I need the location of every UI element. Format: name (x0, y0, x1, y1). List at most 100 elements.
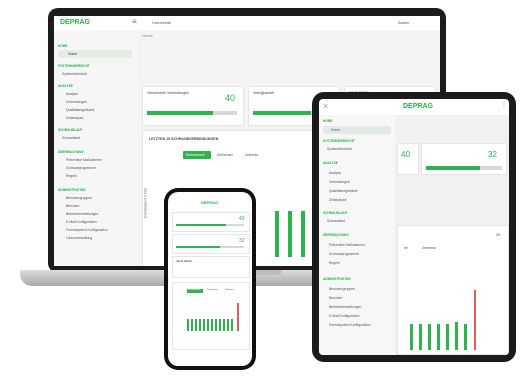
tab-label: Drehmoment (186, 153, 205, 157)
tablet-screen: × DEPRAG ⋮ HOME Home SYSTEMÜBERSICHT Sys… (319, 99, 509, 355)
chart-bar (428, 324, 431, 350)
sidebar-item[interactable]: Verbindungen (66, 100, 87, 104)
card-value: 30 (496, 232, 501, 237)
card-connections: Verwendete Verbindungen 40 (142, 86, 244, 126)
chart-bar-highlight (237, 303, 239, 331)
chart-plot (185, 301, 245, 331)
card-value: 32 (488, 150, 497, 159)
tab-torque[interactable]: Drehmoment (183, 151, 211, 159)
sidebar-item[interactable]: Lizenzverwaltung (66, 236, 92, 240)
chart-bar (207, 319, 209, 331)
chart-ylabel: Drehmoment in Nm (143, 188, 148, 218)
sidebar-item[interactable]: Regeln (329, 261, 340, 265)
chart-bar-highlight (474, 290, 476, 350)
sidebar-item[interactable]: Benutzer (66, 204, 80, 208)
chart-bar (455, 322, 458, 350)
sidebar-item-home[interactable]: Home (58, 50, 132, 58)
sidebar-item[interactable]: Schraubprogramme (329, 252, 359, 256)
sidebar-item[interactable]: Fremdsystem Konfiguration (66, 228, 107, 232)
sidebar-item[interactable]: Benutzergruppen (329, 287, 355, 291)
sidebar-section: SCHRAUBLAUF (58, 128, 83, 132)
chart-bar (223, 319, 225, 331)
tab-time[interactable]: Zeitmess. (225, 289, 234, 291)
sidebar-item[interactable]: Qualitätsregelkarte (329, 189, 357, 193)
chart-title: LETZTEN 15 SCHRAUBVERBINDUNGEN (149, 137, 219, 141)
chart-card: Drehmoment Drehwinkel Zeitmess. (172, 282, 250, 350)
sidebar: HOME Home SYSTEMÜBERSICHT Systemübersich… (54, 30, 139, 266)
tab-angle[interactable]: Drehwinkel (207, 289, 218, 291)
tab-time[interactable]: Zeitmess. (245, 153, 259, 157)
sidebar-item-label: Home (331, 128, 341, 132)
sidebar-item[interactable]: Schraublauf (327, 219, 345, 223)
tab-label: Drehmoment (188, 289, 201, 291)
chart-bar (301, 211, 305, 257)
chart-bar (437, 324, 440, 350)
more-icon[interactable]: ⋮ (501, 102, 507, 109)
progress-fill (426, 166, 480, 170)
sidebar-section: ANALYSE (323, 161, 338, 165)
sidebar-item[interactable]: Verbindungen (329, 180, 350, 184)
chart-plot (406, 286, 502, 350)
sidebar: HOME Home SYSTEMÜBERSICHT Systemübersich… (319, 115, 395, 355)
chart-bar (464, 324, 467, 350)
card-value: 40 (225, 93, 236, 103)
page-title: Homeseite (152, 20, 172, 25)
sidebar-section: SYSTEMÜBERSICHT (323, 139, 355, 143)
app-logo: DEPRAG (60, 19, 90, 26)
card-title: NEUE REGEL (176, 260, 193, 263)
card-title: Verfügbarkeit (253, 91, 275, 95)
sidebar-item[interactable]: Präventive Maßnahmen (66, 158, 102, 162)
sidebar-section: ADMINISTRATION (58, 188, 86, 192)
sidebar-item[interactable]: Betriebseinstellungen (66, 212, 98, 216)
sidebar-item[interactable]: Präventive Maßnahmen (329, 243, 365, 247)
phone-frame: DEPRAG 40 32 NEUE REGEL Drehmoment Drehw… (164, 188, 256, 370)
sidebar-item[interactable]: Regeln (66, 174, 77, 178)
card-value: 40 (401, 150, 410, 159)
sidebar-section: HOME (323, 119, 333, 123)
sidebar-item[interactable]: Systemübersicht (327, 147, 352, 151)
sidebar-section: ÜBERWACHUNG (58, 150, 84, 154)
progress-fill (176, 246, 220, 248)
tab-torque[interactable]: Drehmoment (187, 289, 203, 293)
progress-fill (176, 224, 226, 226)
sidebar-item[interactable]: Schraublauf (62, 136, 80, 140)
sidebar-item[interactable]: Fremdsystem Konfiguration (329, 323, 370, 327)
main-content: 40 32 30 tel Zeitmess. (395, 115, 509, 355)
sidebar-item[interactable]: Benutzer (329, 296, 343, 300)
sidebar-section: SYSTEMÜBERSICHT (58, 64, 90, 68)
sidebar-item-label: Home (68, 52, 78, 56)
card-new-rule: NEUE REGEL (172, 256, 250, 278)
chart-bar (410, 324, 413, 350)
sidebar-section: ANALYSE (58, 84, 73, 88)
sidebar-item[interactable]: E-Mail Konfiguration (66, 220, 97, 224)
chart-bar (419, 324, 422, 350)
sidebar-item[interactable]: Benutzergruppen (66, 196, 92, 200)
sidebar-item[interactable]: Analyse (66, 92, 78, 96)
sidebar-item[interactable]: Betriebseinstellungen (329, 305, 361, 309)
chart-bar (275, 211, 279, 257)
sidebar-item[interactable]: Analyse (329, 171, 341, 175)
chart-bar (191, 319, 193, 331)
sidebar-item[interactable]: E-Mail Konfiguration (329, 314, 360, 318)
card-connections: 40 (172, 212, 250, 232)
sidebar-section: ÜBERWACHUNG (323, 233, 349, 237)
chart-bar (215, 319, 217, 331)
close-icon[interactable]: × (323, 101, 328, 111)
chart-bar (446, 324, 449, 350)
card-value: 40 (239, 216, 245, 222)
chart-card: 30 tel Zeitmess. (397, 225, 509, 355)
sidebar-item[interactable]: Zeitanalyse (329, 198, 346, 202)
tab-torque[interactable]: tel (404, 246, 408, 250)
sidebar-item[interactable]: Systemübersicht (62, 72, 87, 76)
tab-angle[interactable]: Drehwinkel (217, 153, 233, 157)
chart-bar (211, 319, 213, 331)
sidebar-item[interactable]: Schraubprogramme (66, 166, 96, 170)
sidebar-item[interactable]: Zeitanalyse (66, 116, 83, 120)
menu-icon[interactable]: ≡ (132, 17, 137, 26)
tab-time[interactable]: Zeitmess. (422, 246, 437, 250)
phone-screen: DEPRAG 40 32 NEUE REGEL Drehmoment Drehw… (168, 192, 252, 366)
chart-bar (195, 319, 197, 331)
sidebar-item[interactable]: Qualitätsregelkarte (66, 108, 94, 112)
sidebar-item-home[interactable]: Home (323, 126, 391, 134)
user-menu[interactable]: Admin (398, 20, 409, 25)
